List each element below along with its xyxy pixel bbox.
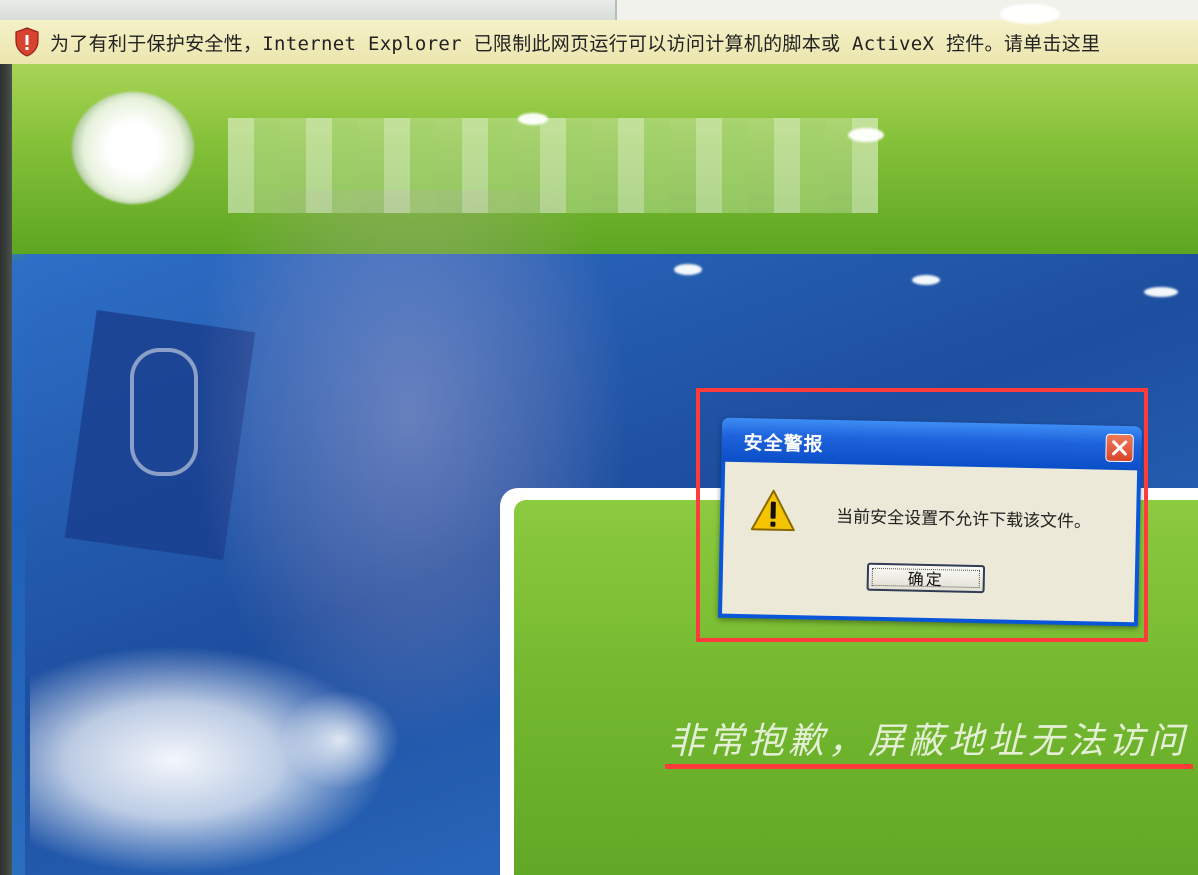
annotation-highlight-box [696, 388, 1148, 642]
ceiling-light [1144, 287, 1178, 297]
shield-warning-icon [14, 27, 40, 57]
annotation-underline [665, 764, 1193, 769]
blocked-message: 非常抱歉，屏蔽地址无法访问 [668, 721, 1189, 762]
ceiling-light [674, 264, 702, 275]
ceiling-light [1000, 4, 1060, 24]
screen: 为了有利于保护安全性，Internet Explorer 已限制此网页运行可以访… [0, 0, 1198, 875]
ceiling-light [848, 128, 884, 142]
monitor-bezel [0, 64, 12, 875]
ceiling-light [518, 113, 548, 125]
flag-emblem [130, 348, 198, 476]
information-bar-text: 为了有利于保护安全性，Internet Explorer 已限制此网页运行可以访… [50, 32, 1101, 55]
site-logo [72, 92, 194, 204]
ceiling-light [912, 275, 940, 285]
information-bar[interactable]: 为了有利于保护安全性，Internet Explorer 已限制此网页运行可以访… [0, 20, 1198, 65]
